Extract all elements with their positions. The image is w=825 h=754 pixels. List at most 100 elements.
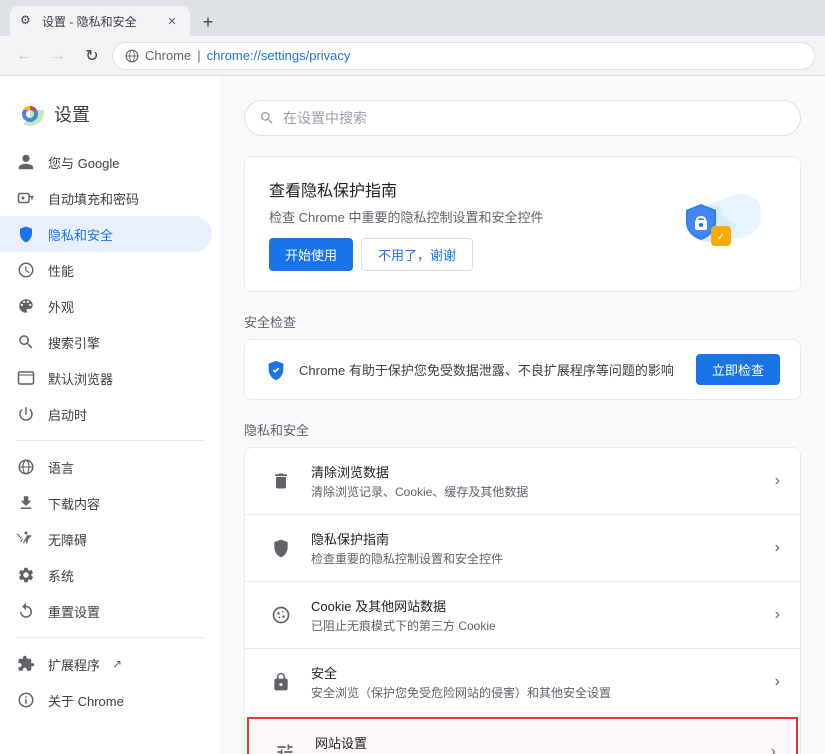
site-settings-item[interactable]: 网站设置 控制网站可以使用和显示什么信息（如位置信息、摄像头、弹出式窗口及其他）…	[247, 717, 798, 754]
security-text: 安全 安全浏览（保护您免受危险网站的侵害）和其他安全设置	[311, 663, 761, 701]
sidebar-item-appearance[interactable]: 外观	[0, 288, 212, 324]
main-content: 设置 您与 Google 自动填充和密码 隐私和安全	[0, 76, 825, 754]
sidebar-item-system[interactable]: 系统	[0, 557, 212, 593]
key-icon	[16, 188, 36, 208]
address-bar[interactable]: Chrome | chrome://settings/privacy	[112, 42, 815, 70]
address-separator: |	[197, 48, 200, 63]
sidebar-item-reset-label: 重置设置	[48, 602, 100, 621]
refresh-button[interactable]: ↻	[78, 42, 106, 70]
address-brand: Chrome	[145, 48, 191, 63]
privacy-guide-arrow: ›	[775, 539, 780, 557]
safety-card: Chrome 有助于保护您免受数据泄露、不良扩展程序等问题的影响 立即检查	[244, 339, 801, 400]
sidebar-item-downloads[interactable]: 下载内容	[0, 485, 212, 521]
sidebar-item-extensions[interactable]: 扩展程序 ↗	[0, 646, 212, 682]
search-placeholder: 在设置中搜索	[283, 108, 367, 128]
chrome-logo-icon	[16, 100, 44, 128]
address-url: chrome://settings/privacy	[207, 48, 802, 63]
sidebar-item-about[interactable]: 关于 Chrome	[0, 682, 212, 718]
sidebar-item-default-browser-label: 默认浏览器	[48, 369, 113, 388]
banner-desc: 检查 Chrome 中重要的隐私控制设置和安全控件	[269, 207, 640, 226]
safety-check-icon	[265, 359, 287, 381]
privacy-guide-title: 隐私保护指南	[311, 529, 761, 548]
privacy-guide-icon	[265, 532, 297, 564]
sidebar-item-autofill[interactable]: 自动填充和密码	[0, 180, 212, 216]
address-globe-icon	[125, 49, 139, 63]
download-icon	[16, 493, 36, 513]
palette-icon	[16, 296, 36, 316]
banner-start-button[interactable]: 开始使用	[269, 238, 353, 271]
cookies-text: Cookie 及其他网站数据 已阻止无痕模式下的第三方 Cookie	[311, 596, 761, 634]
back-button[interactable]: ←	[10, 42, 38, 70]
privacy-guide-item[interactable]: 隐私保护指南 检查重要的隐私控制设置和安全控件 ›	[245, 514, 800, 581]
tab-close-button[interactable]: ✕	[164, 13, 180, 29]
sidebar-item-privacy[interactable]: 隐私和安全	[0, 216, 212, 252]
svg-text:✓: ✓	[717, 232, 725, 243]
safety-text: Chrome 有助于保护您免受数据泄露、不良扩展程序等问题的影响	[299, 360, 684, 379]
sidebar-item-reset[interactable]: 重置设置	[0, 593, 212, 629]
sidebar-item-performance-label: 性能	[48, 261, 74, 280]
security-desc: 安全浏览（保护您免受危险网站的侵害）和其他安全设置	[311, 684, 761, 701]
sidebar-item-google-label: 您与 Google	[48, 153, 120, 172]
search-sidebar-icon	[16, 332, 36, 352]
accessibility-icon	[16, 529, 36, 549]
sidebar-item-language[interactable]: 语言	[0, 449, 212, 485]
external-link-icon: ↗	[112, 657, 122, 671]
sidebar-item-about-label: 关于 Chrome	[48, 691, 124, 710]
sidebar-item-search[interactable]: 搜索引擎	[0, 324, 212, 360]
privacy-section-card: 清除浏览数据 清除浏览记录、Cookie、缓存及其他数据 › 隐私保护指南 检查…	[244, 447, 801, 754]
sidebar-title: 设置	[54, 101, 90, 127]
sidebar-item-accessibility[interactable]: 无障碍	[0, 521, 212, 557]
power-icon	[16, 404, 36, 424]
tab-title: 设置 - 隐私和安全	[42, 13, 158, 30]
site-settings-title: 网站设置	[315, 733, 757, 752]
clear-browsing-arrow: ›	[775, 472, 780, 490]
clear-browsing-text: 清除浏览数据 清除浏览记录、Cookie、缓存及其他数据	[311, 462, 761, 500]
shield-sidebar-icon	[16, 224, 36, 244]
new-tab-button[interactable]: +	[194, 8, 222, 36]
clear-browsing-desc: 清除浏览记录、Cookie、缓存及其他数据	[311, 483, 761, 500]
browser-frame: ⚙ 设置 - 隐私和安全 ✕ + ← → ↻ Chrome | chrome:/…	[0, 0, 825, 754]
address-bar-row: ← → ↻ Chrome | chrome://settings/privacy	[0, 36, 825, 76]
sidebar-item-accessibility-label: 无障碍	[48, 530, 87, 549]
banner-graphic: ✓	[656, 184, 776, 264]
delete-icon	[265, 465, 297, 497]
banner-dismiss-button[interactable]: 不用了，谢谢	[361, 238, 473, 271]
sidebar-item-search-label: 搜索引擎	[48, 333, 100, 352]
sidebar-divider-2	[16, 637, 204, 638]
privacy-guide-desc: 检查重要的隐私控制设置和安全控件	[311, 550, 761, 567]
sidebar-item-startup[interactable]: 启动时	[0, 396, 212, 432]
site-settings-text: 网站设置 控制网站可以使用和显示什么信息（如位置信息、摄像头、弹出式窗口及其他）	[315, 733, 757, 754]
safety-row: Chrome 有助于保护您免受数据泄露、不良扩展程序等问题的影响 立即检查	[245, 340, 800, 399]
sidebar-item-language-label: 语言	[48, 458, 74, 477]
security-icon	[265, 666, 297, 698]
security-title: 安全	[311, 663, 761, 682]
check-now-button[interactable]: 立即检查	[696, 354, 780, 385]
sidebar-item-autofill-label: 自动填充和密码	[48, 189, 139, 208]
search-bar[interactable]: 在设置中搜索	[244, 100, 801, 136]
sidebar-item-performance[interactable]: 性能	[0, 252, 212, 288]
forward-button[interactable]: →	[44, 42, 72, 70]
sidebar-item-google[interactable]: 您与 Google	[0, 144, 212, 180]
clear-browsing-item[interactable]: 清除浏览数据 清除浏览记录、Cookie、缓存及其他数据 ›	[245, 448, 800, 514]
sidebar-item-default-browser[interactable]: 默认浏览器	[0, 360, 212, 396]
sidebar-item-appearance-label: 外观	[48, 297, 74, 316]
settings-icon	[16, 565, 36, 585]
privacy-section-title: 隐私和安全	[244, 420, 801, 439]
info-icon	[16, 690, 36, 710]
banner-buttons: 开始使用 不用了，谢谢	[269, 238, 640, 271]
reset-icon	[16, 601, 36, 621]
safety-section-title: 安全检查	[244, 312, 801, 331]
sidebar-item-system-label: 系统	[48, 566, 74, 585]
active-tab[interactable]: ⚙ 设置 - 隐私和安全 ✕	[10, 6, 190, 36]
banner-text: 查看隐私保护指南 检查 Chrome 中重要的隐私控制设置和安全控件 开始使用 …	[269, 177, 640, 271]
sidebar-logo: 设置	[0, 92, 220, 144]
site-settings-arrow: ›	[771, 743, 776, 754]
sidebar-item-downloads-label: 下载内容	[48, 494, 100, 513]
person-icon	[16, 152, 36, 172]
browser-icon	[16, 368, 36, 388]
cookies-item[interactable]: Cookie 及其他网站数据 已阻止无痕模式下的第三方 Cookie ›	[245, 581, 800, 648]
privacy-guide-text: 隐私保护指南 检查重要的隐私控制设置和安全控件	[311, 529, 761, 567]
sidebar-item-startup-label: 启动时	[48, 405, 87, 424]
content-area: 在设置中搜索 查看隐私保护指南 检查 Chrome 中重要的隐私控制设置和安全控…	[220, 76, 825, 754]
security-item[interactable]: 安全 安全浏览（保护您免受危险网站的侵害）和其他安全设置 ›	[245, 648, 800, 715]
